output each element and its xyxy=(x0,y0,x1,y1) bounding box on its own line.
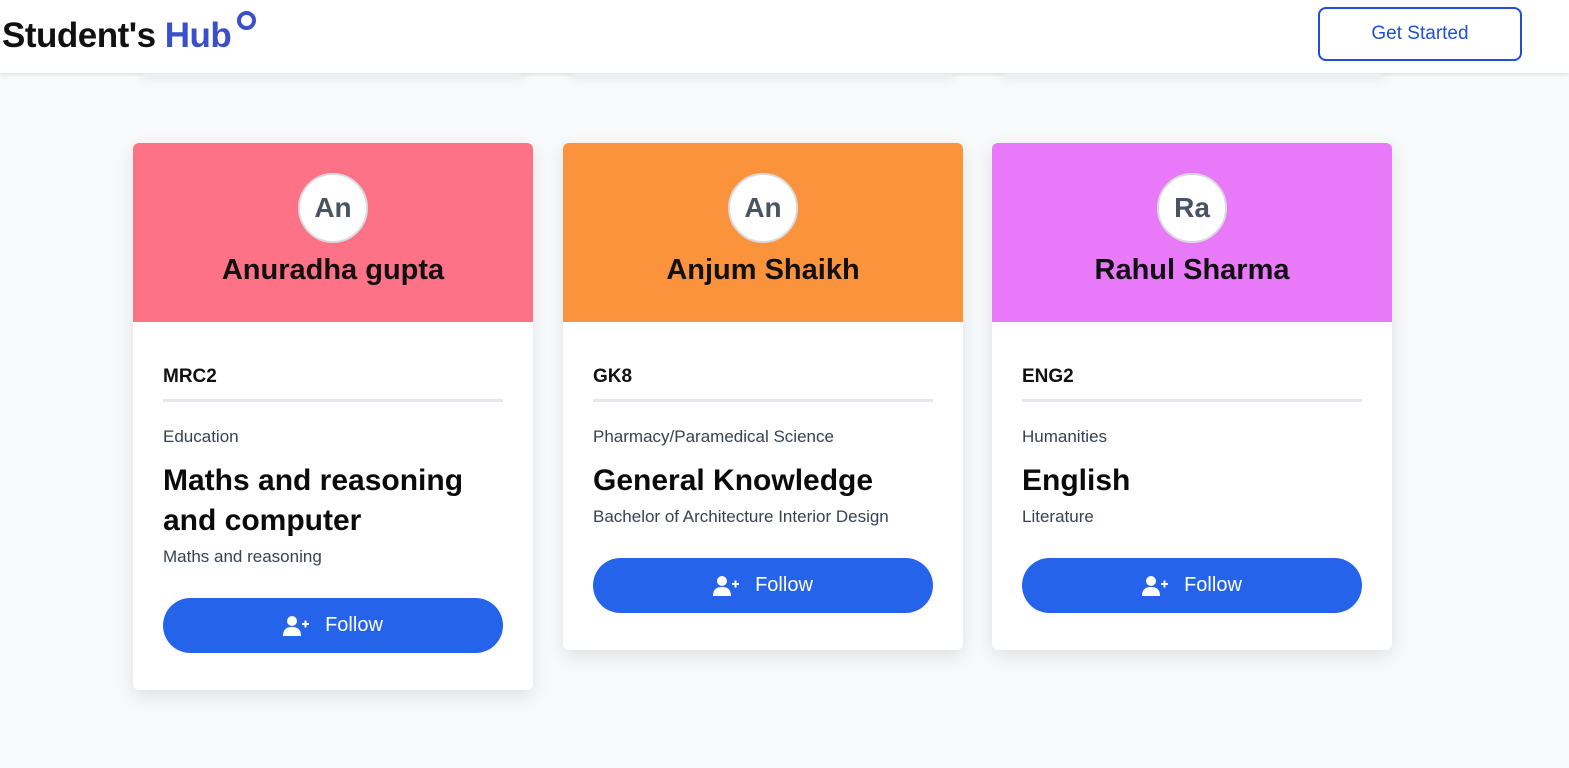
teacher-card: An Anjum Shaikh GK8 Pharmacy/Paramedical… xyxy=(563,143,963,650)
course-description: Bachelor of Architecture Interior Design xyxy=(593,507,889,526)
avatar: An xyxy=(298,173,368,243)
card-body: ENG2 Humanities English Literature Follo… xyxy=(992,322,1392,643)
card-body: GK8 Pharmacy/Paramedical Science General… xyxy=(563,322,963,643)
course-subject: General Knowledge xyxy=(593,464,874,497)
card-body: MRC2 Education Maths and reasoning and c… xyxy=(133,322,533,683)
follow-button[interactable]: Follow xyxy=(1022,558,1362,613)
top-navbar: Student's Hub Get Started xyxy=(0,0,1569,73)
follow-button[interactable]: Follow xyxy=(593,558,933,613)
follow-label: Follow xyxy=(325,614,383,636)
course-subject: Maths and reasoning and computer xyxy=(163,464,464,537)
course-category: Pharmacy/Paramedical Science xyxy=(593,427,834,446)
user-plus-icon xyxy=(1142,575,1169,596)
user-plus-icon xyxy=(283,615,310,636)
logo-text-student: Student's xyxy=(2,16,156,55)
teacher-name: Anuradha gupta xyxy=(221,254,445,286)
course-code: ENG2 xyxy=(1022,366,1362,402)
logo[interactable]: Student's Hub xyxy=(2,14,232,58)
logo-ring-icon xyxy=(237,11,256,30)
card-header: An Anuradha gupta xyxy=(133,143,533,322)
teacher-name: Rahul Sharma xyxy=(1094,254,1290,286)
teacher-card: Ra Rahul Sharma ENG2 Humanities English … xyxy=(992,143,1392,650)
course-code: GK8 xyxy=(593,366,933,402)
teacher-card: An Anuradha gupta MRC2 Education Maths a… xyxy=(133,143,533,690)
follow-label: Follow xyxy=(1184,574,1242,596)
card-header: Ra Rahul Sharma xyxy=(992,143,1392,322)
course-description: Literature xyxy=(1022,507,1094,526)
get-started-button[interactable]: Get Started xyxy=(1318,7,1522,61)
teacher-name: Anjum Shaikh xyxy=(666,254,860,286)
avatar: An xyxy=(728,173,798,243)
follow-button[interactable]: Follow xyxy=(163,598,503,653)
course-description: Maths and reasoning xyxy=(163,547,322,566)
logo-text-hub: Hub xyxy=(164,16,232,55)
course-code: MRC2 xyxy=(163,366,503,402)
card-header: An Anjum Shaikh xyxy=(563,143,963,322)
course-category: Humanities xyxy=(1022,427,1108,446)
avatar: Ra xyxy=(1157,173,1227,243)
course-subject: English xyxy=(1022,464,1131,497)
follow-label: Follow xyxy=(755,574,813,596)
course-category: Education xyxy=(163,427,239,446)
user-plus-icon xyxy=(713,575,740,596)
